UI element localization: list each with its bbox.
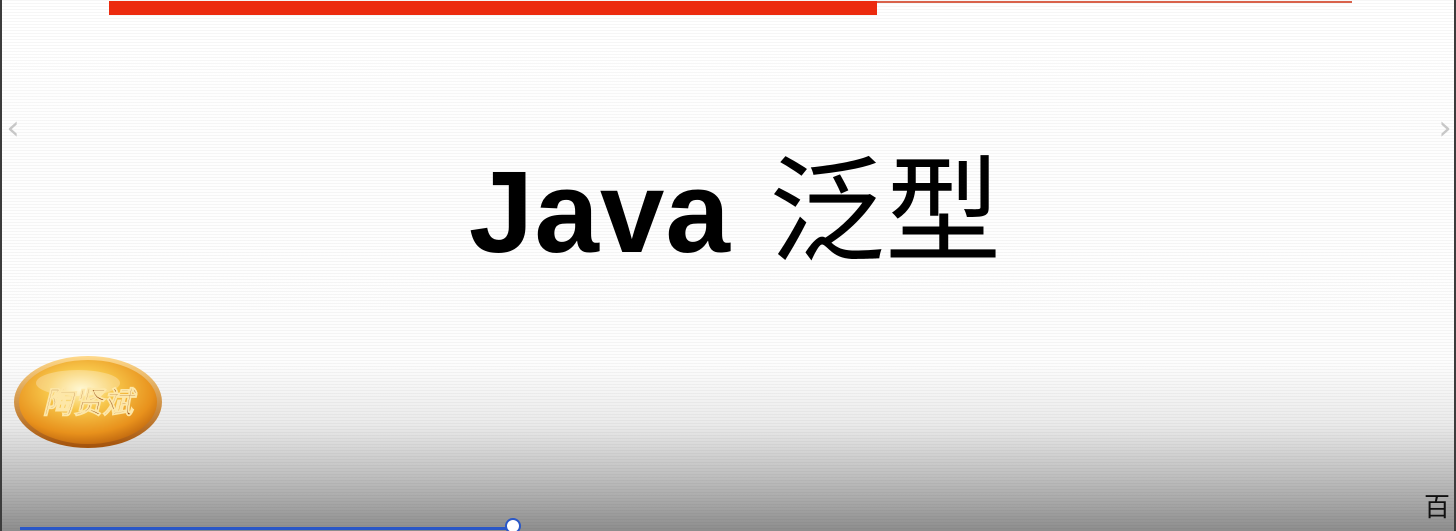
slide-canvas: ‹ › Java 泛型 陶贤斌 百 — [0, 0, 1456, 531]
playback-progress-fill — [20, 527, 513, 530]
header-progress-bar — [109, 1, 877, 15]
playback-progress[interactable] — [20, 518, 1420, 531]
slide-title-latin: Java — [468, 147, 731, 277]
slide-title: Java 泛型 — [2, 147, 1454, 277]
next-slide-glyph: › — [1438, 108, 1452, 148]
prev-slide-glyph: ‹ — [6, 108, 20, 148]
playback-handle[interactable] — [505, 518, 521, 531]
logo-text: 陶贤斌 — [43, 386, 138, 421]
corner-glyph: 百 — [1423, 493, 1450, 523]
slide-title-cjk: 泛型 — [769, 145, 1002, 280]
chevron-left-icon[interactable]: ‹ — [2, 108, 24, 148]
chevron-right-icon[interactable]: › — [1434, 108, 1454, 148]
author-logo: 陶贤斌 — [14, 356, 162, 448]
